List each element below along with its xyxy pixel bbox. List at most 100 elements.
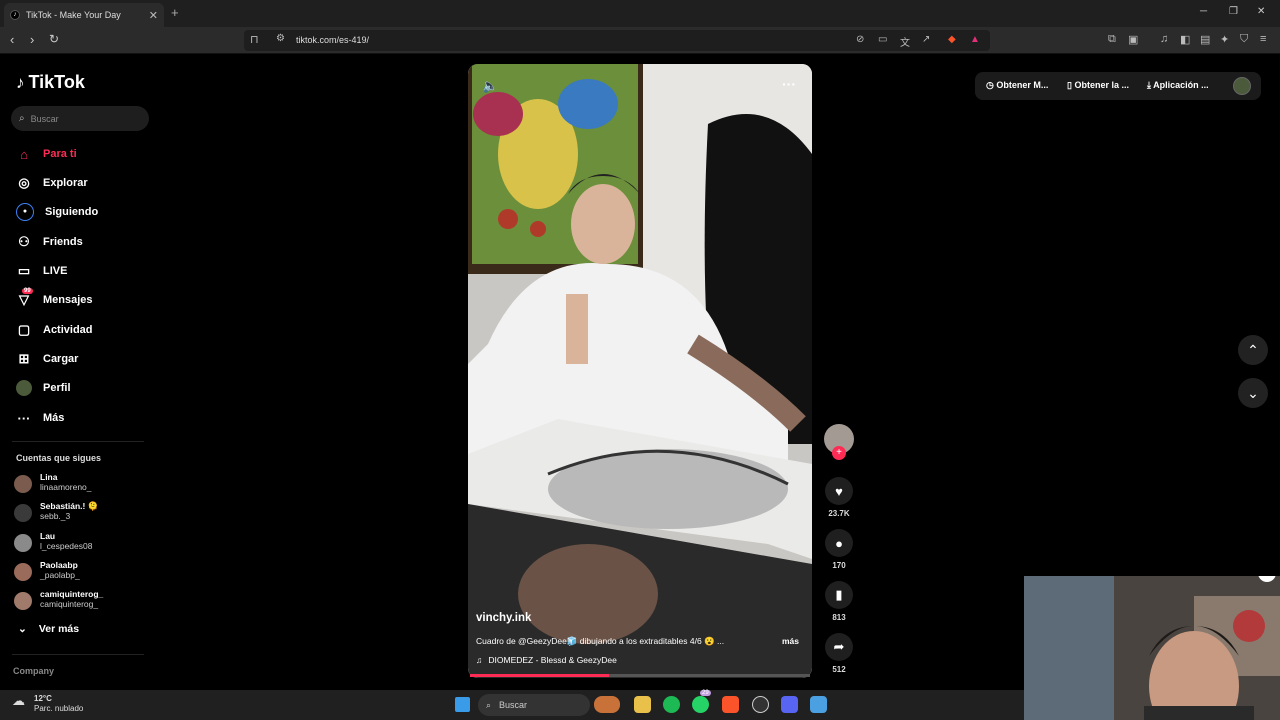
account-item[interactable]: Sebastián.! 🫠 sebb._3 — [14, 501, 98, 522]
nav-mas[interactable]: ··· Más — [16, 408, 65, 428]
reload-icon[interactable]: ↻ — [49, 32, 59, 46]
close-window-button[interactable]: ✕ — [1257, 6, 1265, 17]
close-tab-icon[interactable]: ✕ — [149, 9, 158, 22]
cast-icon[interactable]: ▭ — [878, 34, 887, 45]
nav-siguiendo[interactable]: ● Siguiendo — [16, 202, 98, 222]
bookmark-icon: ▮ — [825, 581, 853, 609]
video-frame — [468, 64, 812, 678]
tab-title: TikTok - Make Your Day — [26, 10, 121, 20]
account-item[interactable]: Lau l_cespedes08 — [14, 531, 92, 552]
comment-button[interactable]: ● 170 — [824, 529, 854, 570]
obs-icon[interactable] — [752, 696, 769, 713]
company-link[interactable]: Company — [13, 666, 54, 676]
nav-perfil[interactable]: Perfil — [16, 378, 71, 398]
discord-icon[interactable] — [781, 696, 798, 713]
bookmark-icon[interactable]: ⊓ — [250, 33, 259, 46]
sidebar-icon[interactable]: ◧ — [1180, 33, 1190, 46]
share-button[interactable]: ➦ 512 — [824, 633, 854, 674]
nav-para-ti[interactable]: ⌂ Para ti — [16, 144, 77, 164]
save-button[interactable]: ▮ 813 — [824, 581, 854, 622]
account-username: sebb._3 — [40, 511, 71, 521]
nav-explorar[interactable]: ◎ Explorar — [16, 173, 88, 193]
screenshot-icon[interactable]: ▣ — [1128, 33, 1138, 46]
previous-video-button[interactable]: ⌃ — [1238, 335, 1268, 365]
notepad-icon[interactable] — [810, 696, 827, 713]
music-icon[interactable]: ♫ — [1160, 33, 1168, 45]
brave-rewards-icon[interactable]: ▲ — [970, 34, 980, 45]
caption-more-button[interactable]: más — [782, 636, 799, 646]
mute-icon[interactable]: 🔈 — [482, 78, 498, 94]
get-coins-button[interactable]: ◷ Obtener M... — [986, 80, 1048, 91]
game-app-icon[interactable] — [594, 696, 620, 713]
whatsapp-icon[interactable]: 29 — [692, 690, 711, 713]
forward-icon[interactable]: › — [30, 32, 34, 47]
taskbar-search[interactable]: ⌕ Buscar — [478, 694, 590, 716]
search-input[interactable]: ⌕ Buscar — [11, 106, 149, 131]
following-accounts-title: Cuentas que sigues — [16, 453, 102, 463]
video-progress-fill — [470, 674, 610, 677]
profile-icon — [16, 380, 32, 396]
leo-ai-icon[interactable]: ✦ — [1220, 33, 1229, 46]
weather-widget[interactable]: 12°C Parc. nublado ☁ — [12, 694, 83, 714]
more-icon: ··· — [17, 410, 31, 426]
back-icon[interactable]: ‹ — [10, 32, 14, 47]
get-coins-label: Obtener M... — [996, 80, 1049, 90]
avatar — [14, 475, 32, 493]
music-link[interactable]: ♫ DIOMEDEZ - Blessd & GeezyDee — [476, 655, 617, 665]
video-author[interactable]: vinchy.ink — [476, 612, 531, 624]
maximize-button[interactable]: ❐ — [1229, 6, 1238, 17]
video-progress-bar[interactable] — [470, 674, 810, 677]
translate-icon[interactable]: 文 — [900, 34, 910, 49]
follow-plus-icon[interactable]: + — [832, 446, 846, 460]
search-placeholder: Buscar — [30, 113, 59, 124]
video-player[interactable]: 🔈 ··· vinchy.ink Cuadro de @GeezyDee🧊 di… — [468, 64, 812, 678]
tiktok-logo[interactable]: ♪ TikTok — [16, 72, 85, 93]
see-more-button[interactable]: ⌄ Ver más — [18, 623, 79, 635]
vpn-icon[interactable]: ⛉ — [1240, 33, 1248, 46]
nav-label: Explorar — [43, 177, 88, 189]
spotify-icon[interactable] — [663, 696, 680, 713]
divider — [12, 441, 144, 442]
account-username: camiquinterog_ — [40, 599, 99, 609]
menu-icon[interactable]: ≡ — [1260, 33, 1266, 45]
wallet-icon[interactable]: ▤ — [1200, 33, 1210, 46]
desktop-app-button[interactable]: ⤓ Aplicación ... — [1147, 80, 1209, 91]
nav-mensajes[interactable]: ▽ 99 Mensajes — [16, 288, 93, 310]
brave-icon[interactable] — [722, 696, 739, 713]
author-avatar-button[interactable]: + — [824, 424, 854, 460]
avatar — [14, 534, 32, 552]
user-avatar[interactable] — [1233, 77, 1251, 95]
nav-live[interactable]: ▭ LIVE — [16, 261, 68, 281]
brave-shield-icon[interactable]: ◆ — [948, 34, 956, 45]
new-tab-button[interactable]: + — [171, 5, 179, 20]
file-explorer-icon[interactable] — [634, 696, 651, 713]
minimize-button[interactable]: ─ — [1200, 6, 1207, 17]
browser-toolbar: ‹ › ↻ ⊓ ⚙ tiktok.com/es-419/ ⊘ ▭ 文 ↗ ◆ ▲… — [0, 27, 1280, 54]
account-username: linaamoreno_ — [40, 482, 92, 492]
account-item[interactable]: Paolaabp _paolabp_ — [14, 560, 80, 581]
media-off-icon[interactable]: ⊘ — [856, 34, 864, 45]
nav-friends[interactable]: ⚇ Friends — [16, 232, 83, 252]
video-caption: Cuadro de @GeezyDee🧊 dibujando a los ext… — [476, 636, 725, 646]
account-item[interactable]: camiquinterog_ camiquinterog_ — [14, 589, 103, 610]
nav-cargar[interactable]: ⊞ Cargar — [16, 349, 79, 369]
address-bar[interactable]: ⊓ ⚙ tiktok.com/es-419/ ⊘ ▭ 文 ↗ ◆ ▲ — [244, 30, 990, 51]
account-username: l_cespedes08 — [40, 541, 93, 551]
url-text[interactable]: tiktok.com/es-419/ — [296, 35, 369, 45]
browser-tab[interactable]: ♪ TikTok - Make Your Day ✕ — [4, 3, 164, 27]
nav-actividad[interactable]: ▢ Actividad — [16, 320, 93, 340]
extensions-icon[interactable]: ⧉ — [1108, 33, 1116, 46]
nav-label: Para ti — [43, 148, 77, 160]
share-icon[interactable]: ↗ — [922, 34, 930, 45]
like-button[interactable]: ♥ 23.7K — [824, 477, 854, 518]
site-settings-icon[interactable]: ⚙ — [276, 33, 285, 44]
save-count: 813 — [832, 613, 846, 622]
more-options-icon[interactable]: ··· — [782, 76, 796, 92]
windows-start-icon[interactable] — [455, 697, 470, 712]
get-app-button[interactable]: ▯ Obtener la ... — [1067, 80, 1129, 91]
account-item[interactable]: Lina linaamoreno_ — [14, 472, 92, 493]
see-more-label: Ver más — [38, 623, 80, 635]
next-video-button[interactable]: ⌄ — [1238, 378, 1268, 408]
browser-tab-bar: ♪ TikTok - Make Your Day ✕ + ─ ❐ ✕ — [0, 0, 1280, 27]
chevron-down-icon: ⌄ — [18, 623, 27, 635]
